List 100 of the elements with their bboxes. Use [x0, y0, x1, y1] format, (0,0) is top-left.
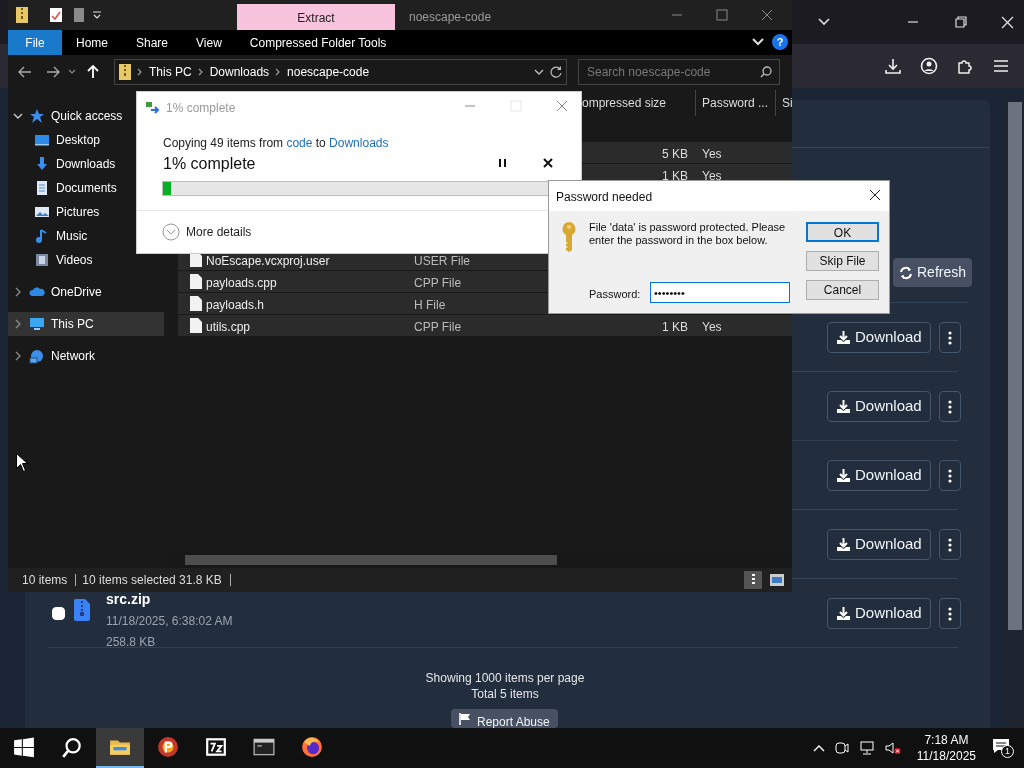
nav-item[interactable]: Network — [51, 347, 95, 365]
puzzle-icon[interactable] — [956, 57, 974, 75]
chevron-down-icon[interactable] — [752, 36, 764, 48]
chevron-right-icon[interactable] — [13, 351, 23, 361]
chevron-right-icon[interactable] — [13, 287, 23, 297]
file-type: H File — [414, 297, 446, 314]
file-size: 1 KB — [662, 168, 688, 185]
column-header[interactable]: Si — [776, 90, 792, 116]
volume-muted-icon[interactable] — [884, 741, 901, 755]
dialog-title: 1% complete — [166, 100, 236, 117]
file-type: CPP File — [414, 319, 462, 336]
chevron-down-icon[interactable] — [13, 111, 23, 121]
nav-item[interactable]: Videos — [56, 251, 93, 269]
file-icon — [190, 274, 202, 289]
nav-item[interactable]: Pictures — [56, 203, 100, 221]
password-protected-text: Yes — [702, 319, 722, 336]
more-button[interactable] — [938, 598, 961, 629]
nav-item[interactable]: OneDrive — [51, 283, 102, 301]
search-icon[interactable] — [61, 737, 83, 759]
up-arrow-icon[interactable] — [86, 65, 100, 79]
menu-icon[interactable] — [992, 57, 1010, 75]
forward-arrow-icon[interactable] — [46, 65, 60, 79]
download-button[interactable]: Download — [827, 391, 931, 422]
dialog-button[interactable]: Skip File — [806, 251, 879, 271]
help-button[interactable]: ? — [772, 34, 788, 50]
address-bar[interactable]: This PC Downloads noescape-code — [114, 59, 567, 85]
customize-icon[interactable] — [92, 10, 102, 20]
download-button[interactable]: Download — [827, 529, 931, 560]
file-row[interactable]: utils.cpp CPP File 1 KB Yes — [178, 315, 792, 336]
document-icon — [34, 180, 50, 196]
account-icon[interactable] — [920, 57, 938, 75]
report-abuse-button[interactable]: Report Abuse — [451, 709, 558, 728]
clock-date[interactable]: 11/18/2025 — [916, 748, 976, 764]
breadcrumb-item[interactable]: noescape-code — [287, 63, 370, 81]
source-link[interactable]: code — [286, 136, 313, 150]
details-view-icon[interactable] — [744, 571, 762, 589]
terminal-icon[interactable] — [253, 736, 275, 758]
file-name[interactable]: src.zip — [106, 589, 151, 610]
more-details-button[interactable]: More details — [162, 223, 252, 241]
nav-item[interactable]: Documents — [56, 179, 117, 197]
windows-logo-icon[interactable] — [13, 737, 35, 759]
fox-globe-icon[interactable] — [301, 736, 323, 758]
refresh-icon[interactable] — [550, 66, 562, 78]
dropdown-icon[interactable] — [534, 67, 544, 77]
desktop-icon — [34, 132, 50, 148]
download-button[interactable]: Download — [827, 460, 931, 491]
breadcrumb-item[interactable]: Downloads — [209, 63, 270, 81]
more-button[interactable] — [938, 460, 961, 491]
nav-item[interactable]: Music — [56, 227, 88, 245]
checkbox[interactable] — [52, 607, 65, 620]
meet-icon[interactable] — [834, 741, 849, 755]
app-logo-icon[interactable] — [157, 736, 179, 758]
dialog-title: Password needed — [556, 189, 653, 206]
password-field[interactable]: •••••••• — [650, 282, 790, 303]
nav-item-highlight[interactable]: This PC — [8, 312, 164, 336]
archive-icon[interactable] — [205, 736, 227, 758]
more-button[interactable] — [938, 391, 961, 422]
nav-item[interactable]: Downloads — [56, 155, 116, 173]
ribbon-tab[interactable]: Share — [122, 30, 183, 55]
chevron-right-icon[interactable] — [13, 319, 23, 329]
file-size: 258.8 KB — [106, 634, 156, 651]
maximize-icon[interactable] — [716, 9, 728, 21]
scrollbar[interactable] — [1006, 100, 1024, 728]
progress-heading: 1% complete — [163, 154, 256, 174]
download-button[interactable]: Download — [827, 598, 931, 629]
back-arrow-icon[interactable] — [18, 65, 32, 79]
destination-link[interactable]: Downloads — [329, 136, 389, 150]
more-button[interactable] — [938, 322, 961, 353]
breadcrumb-item[interactable]: This PC — [149, 63, 192, 81]
clock-time[interactable]: 7:18 AM — [924, 732, 969, 748]
ribbon-tab[interactable]: View — [182, 30, 236, 55]
close-icon[interactable] — [543, 158, 553, 168]
pause-icon[interactable] — [498, 158, 508, 168]
restore-icon[interactable] — [955, 16, 967, 28]
download-icon — [836, 537, 851, 552]
close-icon[interactable] — [869, 189, 881, 201]
dialog-button[interactable]: Cancel — [806, 280, 879, 300]
search-field[interactable]: Search noescape-code — [578, 59, 780, 85]
network-icon[interactable] — [858, 741, 875, 755]
nav-item[interactable]: Desktop — [56, 131, 101, 149]
ribbon-tab[interactable]: Home — [62, 30, 122, 55]
zip-folder-icon[interactable] — [16, 7, 28, 23]
download-icon — [836, 468, 851, 483]
download-icon[interactable] — [884, 57, 902, 75]
taskbar-button[interactable] — [96, 728, 144, 768]
column-header[interactable]: Password ... — [696, 90, 776, 116]
dialog-button[interactable]: OK — [806, 222, 879, 242]
ribbon-tab[interactable]: File — [8, 30, 62, 55]
nav-item[interactable]: This PC — [51, 315, 94, 333]
tiles-view-icon[interactable] — [770, 574, 784, 586]
refresh-button[interactable]: Refresh — [893, 258, 973, 287]
download-button[interactable]: Download — [827, 322, 931, 353]
search-icon — [760, 66, 772, 78]
nav-item[interactable]: Quick access — [51, 107, 123, 125]
notification-button[interactable]: 1 — [992, 738, 1014, 758]
properties-icon[interactable] — [50, 8, 62, 22]
dropdown-icon[interactable] — [68, 68, 76, 76]
file-date: 11/18/2025, 6:38:02 AM — [106, 613, 233, 630]
ribbon-tab[interactable]: Compressed Folder Tools — [235, 30, 401, 55]
more-button[interactable] — [938, 529, 961, 560]
